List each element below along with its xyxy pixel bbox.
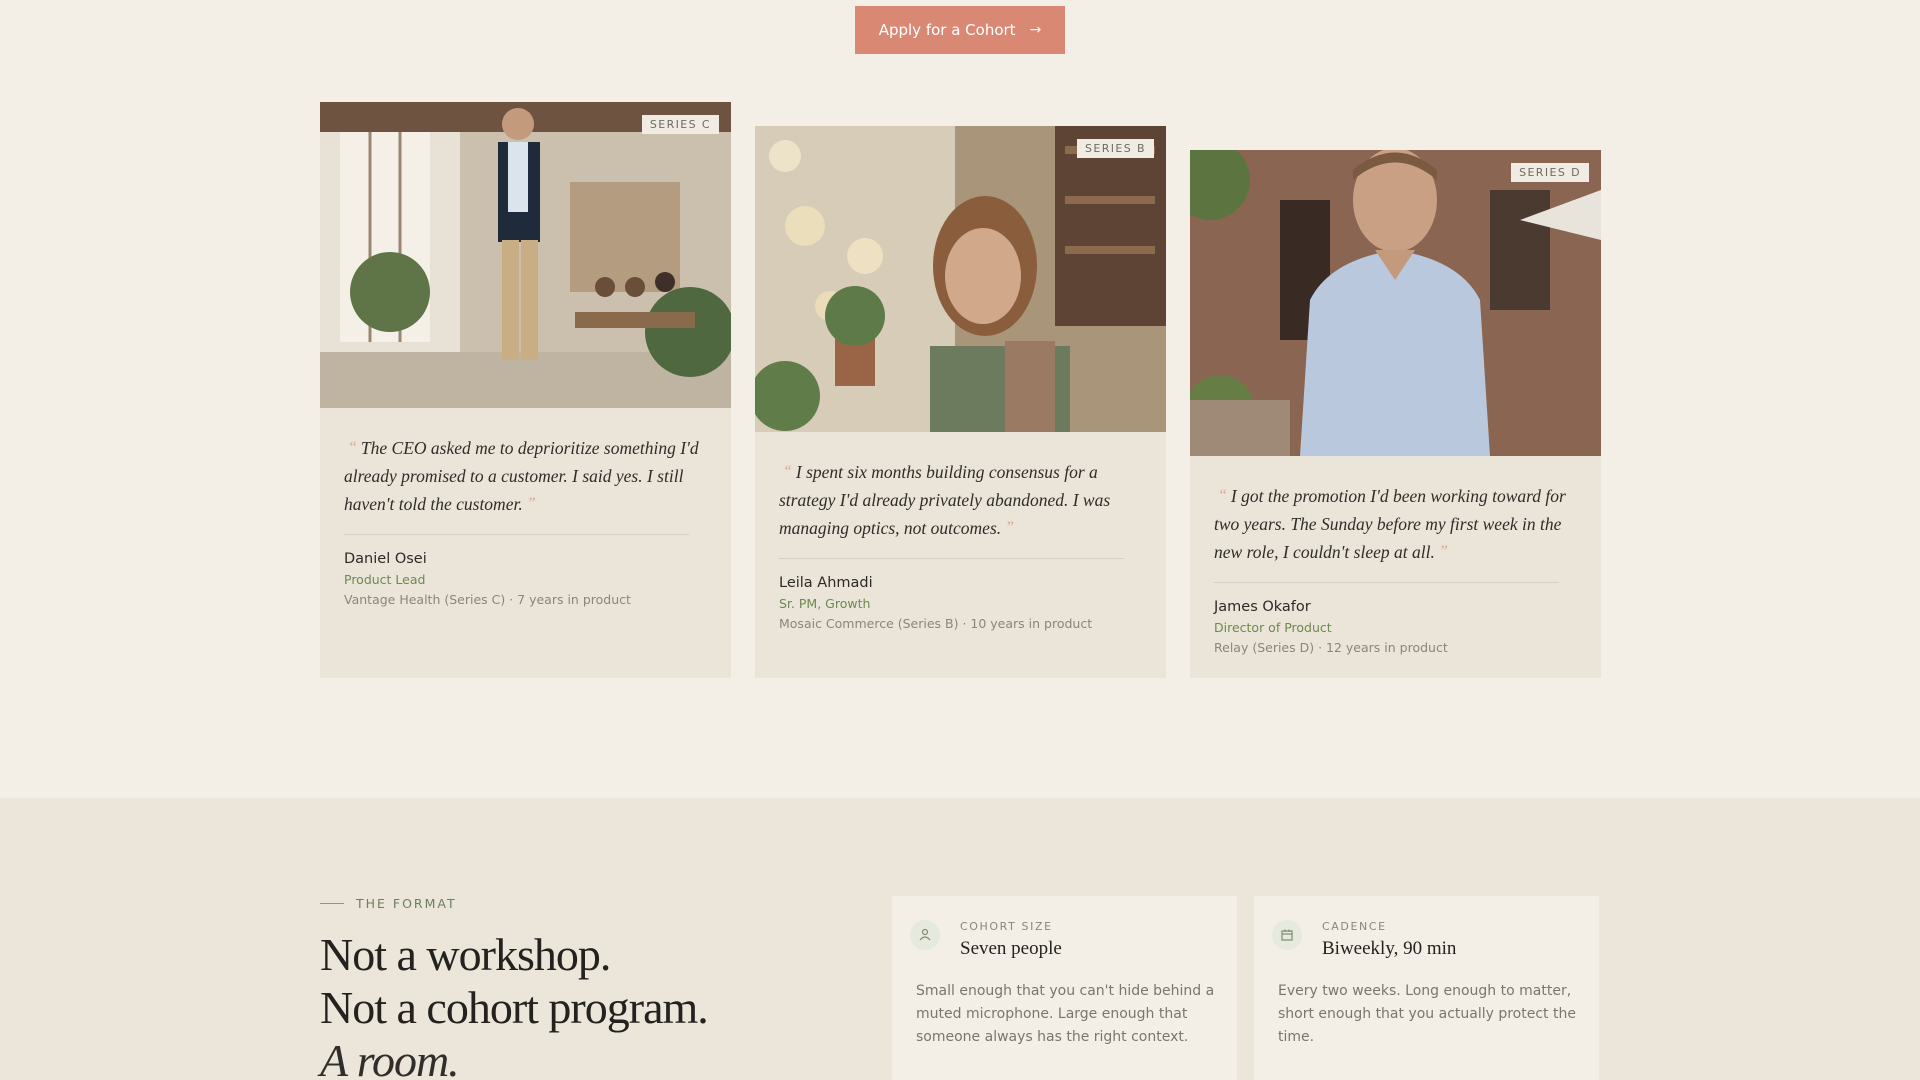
person-role: Product Lead (344, 572, 426, 587)
cohort-size-card: COHORT SIZE Seven people Small enough th… (892, 896, 1237, 1080)
card-description: Every two weeks. Long enough to matter, … (1278, 983, 1576, 1045)
apply-cohort-label: Apply for a Cohort (878, 21, 1016, 39)
card-value: Seven people (960, 938, 1062, 959)
testimonial-photo: SERIES B (755, 126, 1166, 432)
person-role: Director of Product (1214, 620, 1332, 635)
person-meta: Mosaic Commerce (Series B) · 10 years in… (779, 616, 1093, 631)
quote-text: I got the promotion I'd been working tow… (1214, 486, 1566, 562)
card-description: Small enough that you can't hide behind … (916, 983, 1215, 1045)
format-section: THE FORMAT Not a workshop. Not a cohort … (0, 798, 1920, 1080)
format-headline: Not a workshop. Not a cohort program. A … (320, 928, 709, 1080)
testimonial-quote: “I spent six months building consensus f… (755, 432, 1166, 542)
format-eyebrow: THE FORMAT (320, 896, 457, 911)
person-meta: Vantage Health (Series C) · 7 years in p… (344, 592, 631, 607)
headline-line: Not a cohort program. (320, 982, 709, 1033)
close-quote-icon: ” (1005, 519, 1015, 536)
person-role: Sr. PM, Growth (779, 596, 871, 611)
calendar-icon (1272, 920, 1302, 950)
headline-line: Not a workshop. (320, 929, 611, 980)
quote-text: I spent six months building consensus fo… (779, 462, 1111, 538)
testimonial-photo: SERIES D (1190, 150, 1601, 456)
people-icon (910, 920, 940, 950)
close-quote-icon: ” (1438, 543, 1448, 560)
person-info: Leila Ahmadi Sr. PM, Growth Mosaic Comme… (755, 559, 1166, 631)
testimonial-quote: “The CEO asked me to deprioritize someth… (320, 408, 731, 518)
series-badge: SERIES B (1077, 139, 1154, 158)
person-name: James Okafor (1214, 599, 1311, 615)
person-name: Leila Ahmadi (779, 575, 873, 591)
series-badge: SERIES C (641, 115, 719, 134)
quote-text: The CEO asked me to deprioritize somethi… (344, 438, 699, 514)
card-label: CADENCE (1322, 920, 1387, 933)
series-badge: SERIES D (1511, 163, 1589, 182)
open-quote-icon: “ (1218, 487, 1227, 504)
open-quote-icon: “ (783, 463, 792, 480)
close-quote-icon: ” (526, 495, 536, 512)
testimonial-quote: “I got the promotion I'd been working to… (1190, 456, 1601, 566)
person-info: James Okafor Director of Product Relay (… (1190, 583, 1601, 655)
person-name: Daniel Osei (344, 551, 427, 567)
eyebrow-line (320, 903, 344, 904)
cadence-card: CADENCE Biweekly, 90 min Every two weeks… (1254, 896, 1599, 1080)
headline-line-italic: A room. (320, 1035, 460, 1080)
person-info: Daniel Osei Product Lead Vantage Health … (320, 535, 731, 607)
apply-cohort-button[interactable]: Apply for a Cohort → (855, 6, 1065, 54)
testimonial-card: SERIES D “I got the promotion I'd been w… (1190, 150, 1601, 678)
open-quote-icon: “ (348, 439, 357, 456)
card-value: Biweekly, 90 min (1322, 938, 1457, 959)
person-meta: Relay (Series D) · 12 years in product (1214, 640, 1448, 655)
eyebrow-text: THE FORMAT (356, 896, 457, 911)
testimonial-photo: SERIES C (320, 102, 731, 408)
card-label: COHORT SIZE (960, 920, 1053, 933)
testimonial-card: SERIES B “I spent six months building co… (755, 126, 1166, 678)
testimonial-card: SERIES C “The CEO asked me to deprioriti… (320, 102, 731, 678)
arrow-right-icon: → (1029, 22, 1042, 38)
